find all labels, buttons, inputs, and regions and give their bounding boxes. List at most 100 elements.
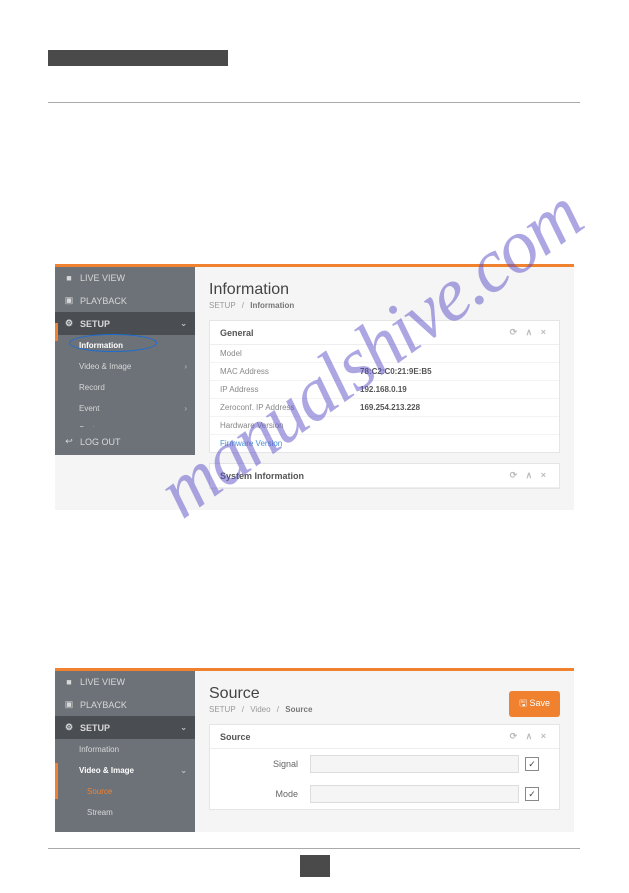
- sidebar-logout-section: ↩ LOG OUT: [55, 427, 195, 455]
- row-value: 169.254.213.228: [360, 403, 420, 412]
- logout-icon: ↩: [63, 436, 75, 447]
- screenshot-source: ■ LIVE VIEW ▣ PLAYBACK ⚙ SETUP ⌄ Informa…: [55, 668, 574, 832]
- form-row-signal: Signal ✓: [210, 749, 559, 779]
- breadcrumb-separator: /: [277, 705, 279, 714]
- chevron-down-icon: ⌄: [180, 766, 187, 775]
- table-row: Zeroconf. IP Address 169.254.213.228: [210, 399, 559, 417]
- active-indicator: [55, 323, 58, 341]
- mode-select[interactable]: [310, 785, 519, 803]
- panel-system-information: System Information ⟳ ∧ ×: [209, 463, 560, 489]
- sidebar-item-record[interactable]: Record: [55, 377, 195, 398]
- sidebar-item-label: Record: [79, 383, 105, 392]
- nav-logout[interactable]: ↩ LOG OUT: [55, 427, 195, 453]
- panel-header: System Information ⟳ ∧ ×: [210, 464, 559, 488]
- sidebar-item-label: Event: [79, 404, 99, 413]
- row-label: Model: [220, 349, 360, 358]
- nav-label: LIVE VIEW: [80, 677, 125, 687]
- sidebar-item-video-image[interactable]: Video & Image ›: [55, 356, 195, 377]
- panel-source: Source ⟳ ∧ × Signal ✓ Mode ✓: [209, 724, 560, 810]
- row-value: 78:C2:C0:21:9E:B5: [360, 367, 432, 376]
- breadcrumb-separator: /: [242, 301, 244, 310]
- row-label: IP Address: [220, 385, 360, 394]
- nav-live-view[interactable]: ■ LIVE VIEW: [55, 671, 195, 693]
- save-label: Save: [529, 698, 550, 708]
- camera-icon: ■: [63, 677, 75, 687]
- mode-checkbox[interactable]: ✓: [525, 787, 539, 801]
- signal-select[interactable]: [310, 755, 519, 773]
- nav-label: PLAYBACK: [80, 700, 127, 710]
- panel-title: General: [220, 328, 254, 338]
- sidebar-item-label: Video & Image: [79, 766, 134, 775]
- nav-label: LIVE VIEW: [80, 273, 125, 283]
- save-icon: 🖫: [519, 698, 527, 708]
- nav-label: PLAYBACK: [80, 296, 127, 306]
- nav-live-view[interactable]: ■ LIVE VIEW: [55, 267, 195, 289]
- panel-header: General ⟳ ∧ ×: [210, 321, 559, 345]
- gear-icon: ⚙: [63, 722, 75, 733]
- breadcrumb-root[interactable]: SETUP: [209, 705, 236, 714]
- screenshot-information: ■ LIVE VIEW ▣ PLAYBACK ⚙ SETUP ⌄ Informa…: [55, 264, 574, 510]
- active-indicator: [55, 763, 58, 799]
- camera-icon: ■: [63, 273, 75, 283]
- form-label: Mode: [230, 789, 310, 799]
- breadcrumb-mid[interactable]: Video: [250, 705, 270, 714]
- sidebar-item-source[interactable]: Source: [55, 781, 195, 802]
- nav-playback[interactable]: ▣ PLAYBACK: [55, 693, 195, 716]
- sidebar-item-label: Stream: [87, 808, 113, 817]
- sidebar: ■ LIVE VIEW ▣ PLAYBACK ⚙ SETUP ⌄ Informa…: [55, 267, 195, 427]
- row-label: MAC Address: [220, 367, 360, 376]
- sidebar-item-information[interactable]: Information: [55, 739, 195, 760]
- chevron-right-icon: ›: [184, 404, 187, 413]
- nav-setup[interactable]: ⚙ SETUP ⌄: [55, 716, 195, 739]
- breadcrumb-current: Source: [285, 705, 312, 714]
- breadcrumb: SETUP / Information: [209, 301, 574, 310]
- panel-controls[interactable]: ⟳ ∧ ×: [510, 731, 549, 742]
- sidebar-item-label: Source: [87, 787, 112, 796]
- sidebar-item-label: Information: [79, 341, 123, 350]
- chevron-right-icon: ›: [184, 362, 187, 371]
- save-button[interactable]: 🖫 Save: [509, 691, 560, 717]
- row-label-link[interactable]: Firmware Version: [220, 439, 360, 448]
- nav-setup[interactable]: ⚙ SETUP ⌄: [55, 312, 195, 335]
- top-divider: [48, 102, 580, 103]
- form-label: Signal: [230, 759, 310, 769]
- breadcrumb-separator: /: [242, 705, 244, 714]
- panel-title: Source: [220, 732, 251, 742]
- play-icon: ▣: [63, 699, 75, 710]
- signal-checkbox[interactable]: ✓: [525, 757, 539, 771]
- table-row: MAC Address 78:C2:C0:21:9E:B5: [210, 363, 559, 381]
- sidebar: ■ LIVE VIEW ▣ PLAYBACK ⚙ SETUP ⌄ Informa…: [55, 671, 195, 832]
- panel-controls[interactable]: ⟳ ∧ ×: [510, 470, 549, 481]
- form-row-mode: Mode ✓: [210, 779, 559, 809]
- panel-header: Source ⟳ ∧ ×: [210, 725, 559, 749]
- sidebar-item-information[interactable]: Information: [55, 335, 195, 356]
- row-label: Zeroconf. IP Address: [220, 403, 360, 412]
- row-label: Hardware Version: [220, 421, 360, 430]
- sidebar-item-event[interactable]: Event ›: [55, 398, 195, 419]
- content-area: Information SETUP / Information General …: [195, 267, 574, 499]
- breadcrumb-current: Information: [250, 301, 294, 310]
- page-tab-stub: [300, 855, 330, 877]
- table-row: IP Address 192.168.0.19: [210, 381, 559, 399]
- header-stub-bar: [48, 50, 228, 66]
- sidebar-item-video-image[interactable]: Video & Image ⌄: [55, 760, 195, 781]
- table-row: Firmware Version: [210, 435, 559, 452]
- breadcrumb-root[interactable]: SETUP: [209, 301, 236, 310]
- panel-controls[interactable]: ⟳ ∧ ×: [510, 327, 549, 338]
- content-area: Source SETUP / Video / Source 🖫 Save Sou…: [195, 671, 574, 820]
- panel-general: General ⟳ ∧ × Model MAC Address 78:C2:C0…: [209, 320, 560, 453]
- sidebar-item-label: Video & Image: [79, 362, 131, 371]
- chevron-down-icon: ⌄: [180, 723, 187, 732]
- play-icon: ▣: [63, 295, 75, 306]
- panel-title: System Information: [220, 471, 304, 481]
- bottom-divider: [48, 848, 580, 849]
- page-title: Information: [209, 281, 574, 299]
- table-row: Model: [210, 345, 559, 363]
- sidebar-item-stream[interactable]: Stream: [55, 802, 195, 823]
- gear-icon: ⚙: [63, 318, 75, 329]
- nav-label: SETUP: [80, 319, 110, 329]
- nav-label: LOG OUT: [80, 437, 121, 447]
- row-value: 192.168.0.19: [360, 385, 407, 394]
- nav-label: SETUP: [80, 723, 110, 733]
- nav-playback[interactable]: ▣ PLAYBACK: [55, 289, 195, 312]
